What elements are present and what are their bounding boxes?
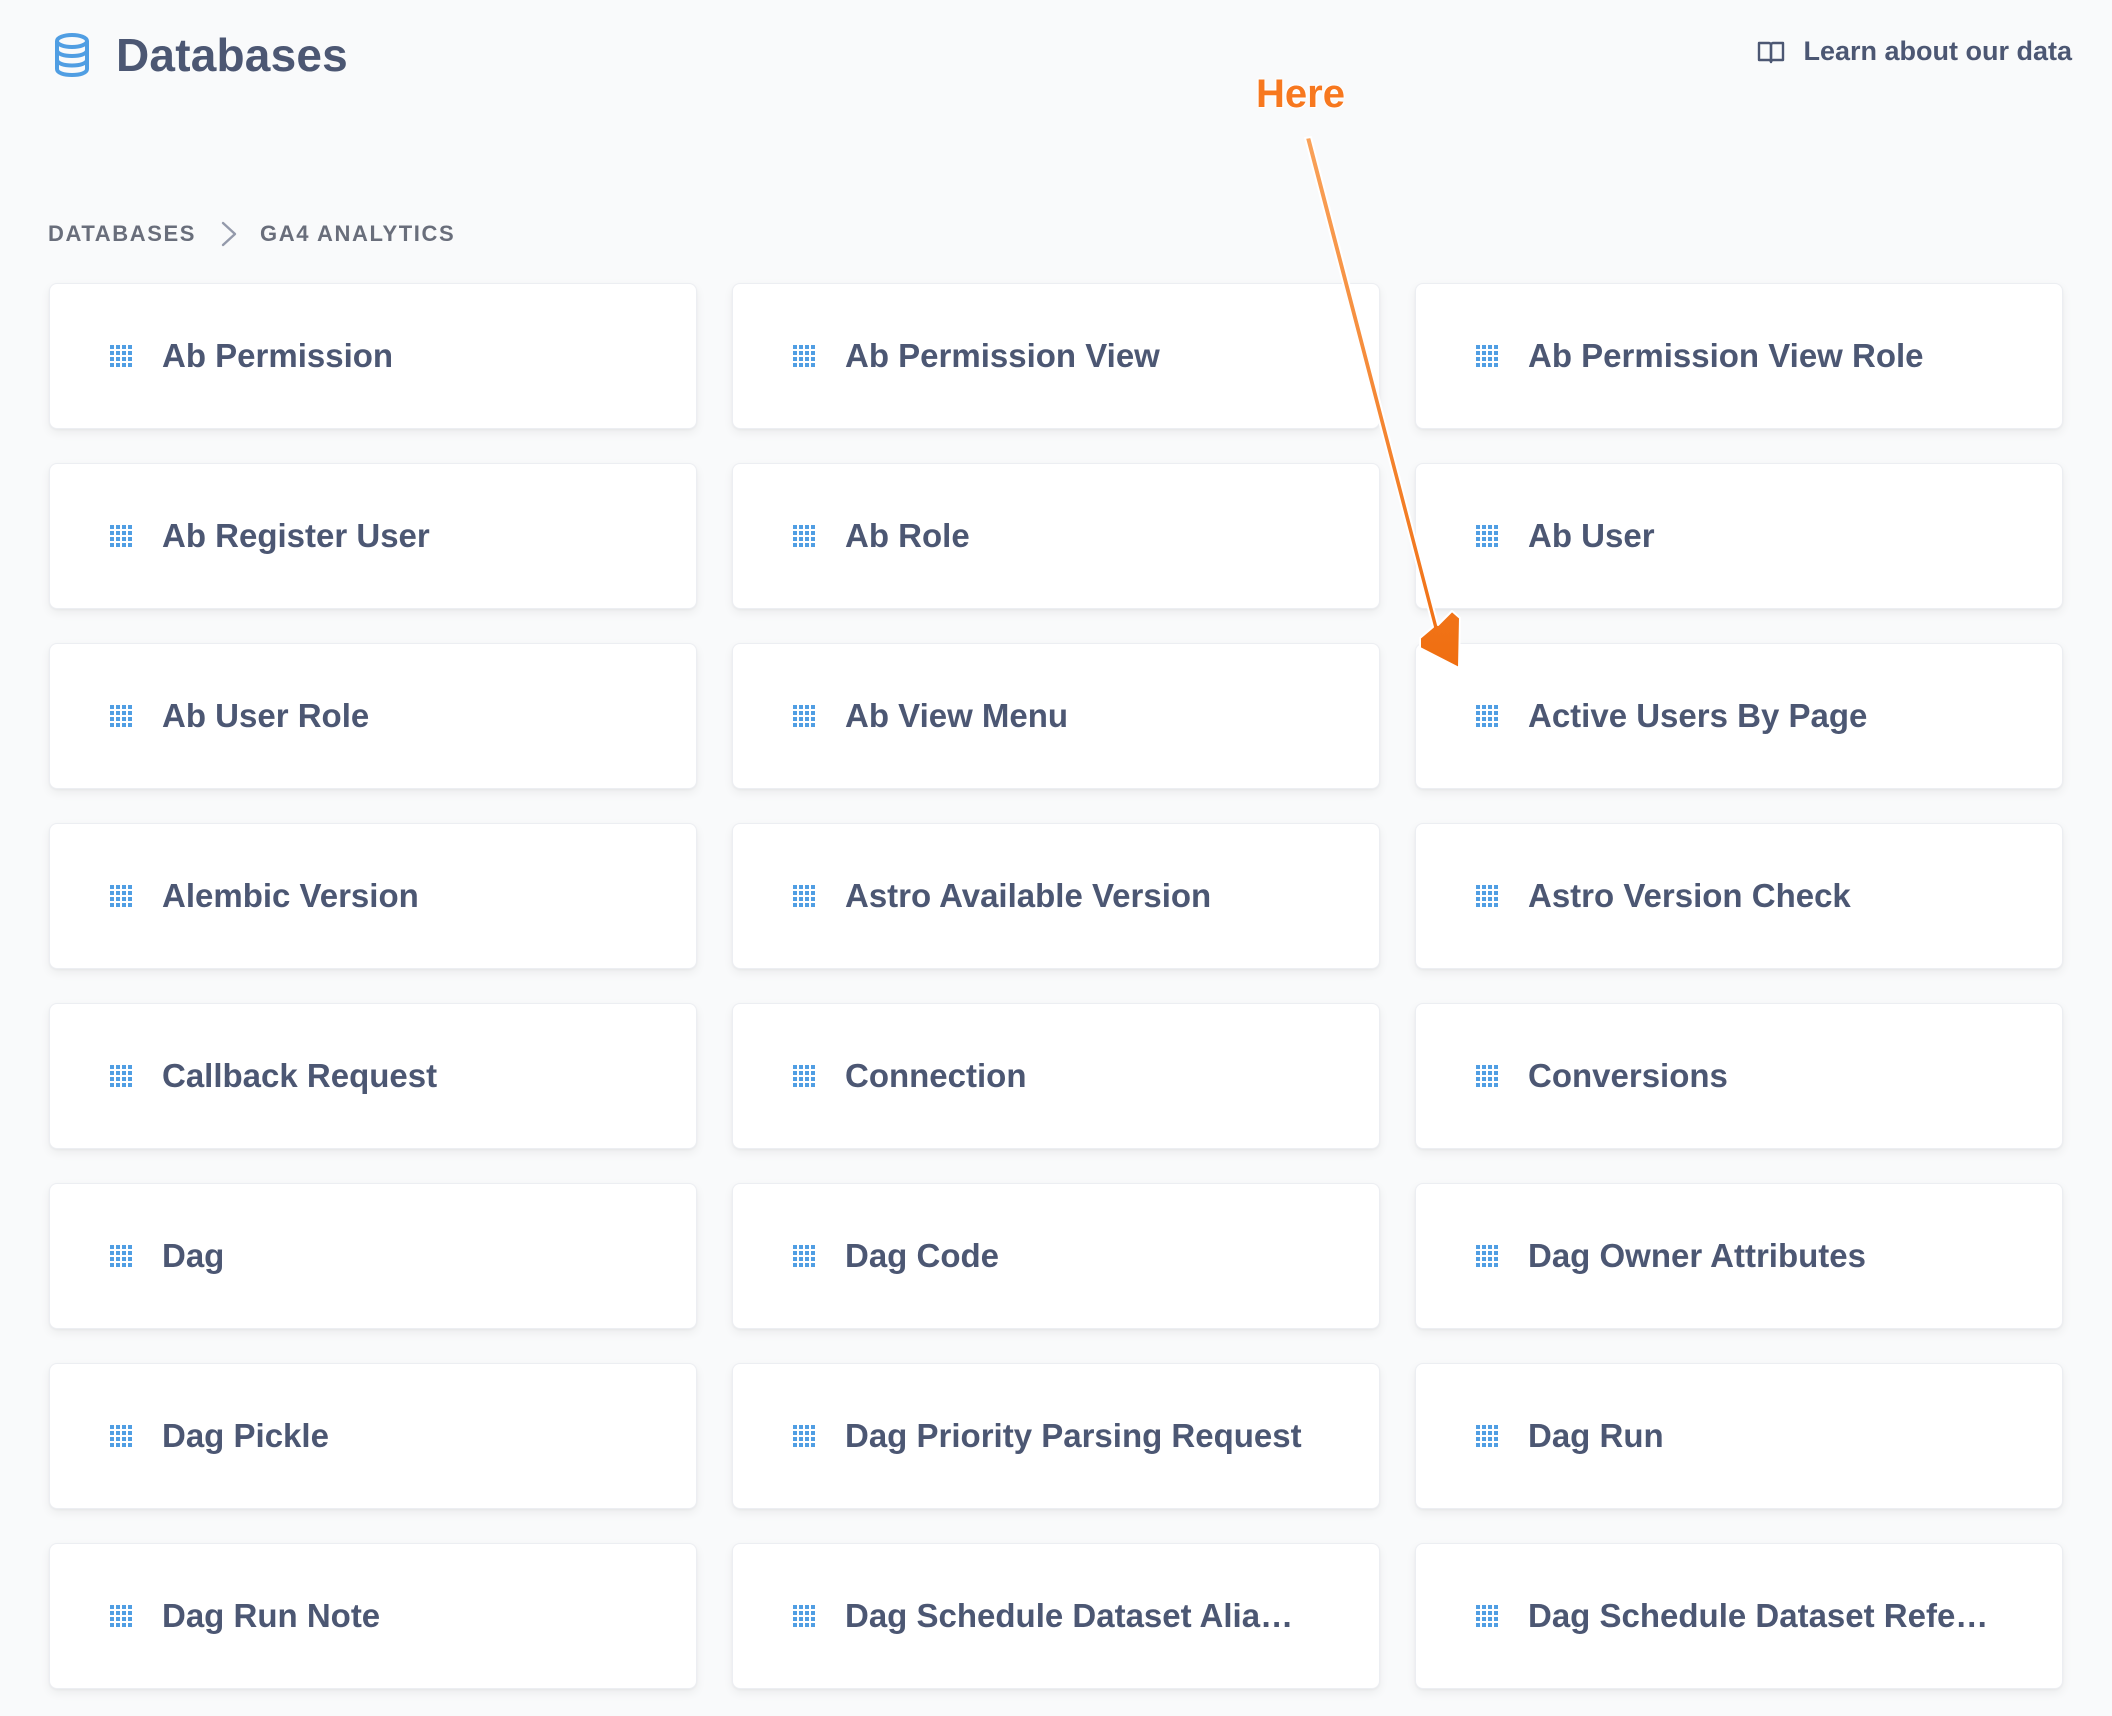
book-icon (1758, 41, 1785, 63)
table-card-label: Dag Owner Attributes (1528, 1237, 1866, 1274)
table-grid-icon (110, 1245, 132, 1267)
table-card-label: Ab Register User (162, 517, 430, 554)
table-card-label: Ab User Role (162, 697, 370, 734)
table-card[interactable]: Dag Schedule Dataset Alia… (732, 1543, 1380, 1689)
table-card-label: Astro Version Check (1528, 877, 1851, 914)
table-card-label: Dag Code (845, 1237, 1000, 1274)
table-grid-icon (793, 1065, 815, 1087)
table-card-label: Astro Available Version (845, 877, 1212, 914)
table-card-label: Dag Run Note (162, 1597, 381, 1634)
table-card[interactable]: Dag Run Note (49, 1543, 697, 1689)
table-grid-icon (1476, 1065, 1498, 1087)
table-card-label: Alembic Version (162, 877, 419, 914)
table-card[interactable]: Dag Schedule Dataset Refe… (1415, 1543, 2063, 1689)
page-title: Databases (116, 29, 348, 81)
table-card[interactable]: Dag Run (1415, 1363, 2063, 1509)
table-card[interactable]: Dag Pickle (49, 1363, 697, 1509)
annotation-label: Here (1256, 72, 1345, 116)
table-card[interactable]: Dag Priority Parsing Request (732, 1363, 1380, 1509)
table-card-label: Ab View Menu (845, 697, 1069, 734)
table-card-label: Ab User (1528, 517, 1655, 554)
table-grid-icon (110, 525, 132, 547)
table-grid-icon (110, 1065, 132, 1087)
table-grid-icon (110, 705, 132, 727)
table-card[interactable]: Ab View Menu (732, 643, 1380, 789)
table-card[interactable]: Dag Code (732, 1183, 1380, 1329)
table-card-label: Callback Request (162, 1057, 438, 1094)
breadcrumb: DATABASES GA4 ANALYTICS (48, 220, 455, 248)
table-card-label: Ab Permission View Role (1528, 337, 1924, 374)
table-card[interactable]: Astro Available Version (732, 823, 1380, 969)
learn-link-label: Learn about our data (1803, 36, 2072, 66)
breadcrumb-databases[interactable]: DATABASES (48, 221, 196, 247)
table-grid-icon (1476, 1245, 1498, 1267)
table-card[interactable]: Dag Owner Attributes (1415, 1183, 2063, 1329)
table-card-label: Dag Priority Parsing Request (845, 1417, 1302, 1454)
table-card[interactable]: Ab Role (732, 463, 1380, 609)
table-card-label: Active Users By Page (1528, 697, 1868, 734)
table-card[interactable]: Ab User (1415, 463, 2063, 609)
page-header: Databases (54, 29, 348, 81)
table-grid-icon (1476, 525, 1498, 547)
table-card-label: Dag Schedule Dataset Refe… (1528, 1597, 1989, 1634)
table-grid-icon (110, 1605, 132, 1627)
data-browser-page: Databases Learn about our data DATABASES… (0, 0, 2112, 1716)
table-card[interactable]: Dag (49, 1183, 697, 1329)
table-grid-icon (793, 1425, 815, 1447)
table-grid-icon (793, 1605, 815, 1627)
table-card[interactable]: Active Users By Page (1415, 643, 2063, 789)
table-grid-icon (110, 345, 132, 367)
table-grid-icon (793, 705, 815, 727)
table-grid-icon (1476, 1425, 1498, 1447)
table-grid-icon (110, 885, 132, 907)
table-card-label: Ab Permission View (845, 337, 1160, 374)
table-grid-icon (1476, 345, 1498, 367)
table-grid-icon (110, 1425, 132, 1447)
table-card[interactable]: Connection (732, 1003, 1380, 1149)
table-card[interactable]: Ab Permission View (732, 283, 1380, 429)
table-card-label: Dag Run (1528, 1417, 1664, 1454)
breadcrumb-ga4-analytics: GA4 ANALYTICS (260, 221, 456, 246)
table-card-label: Dag (162, 1237, 225, 1274)
table-card-label: Ab Role (845, 517, 970, 554)
chevron-right-icon (221, 221, 237, 247)
table-grid-icon (793, 885, 815, 907)
table-card[interactable]: Conversions (1415, 1003, 2063, 1149)
table-grid-icon (793, 1245, 815, 1267)
table-card[interactable]: Ab Permission (49, 283, 697, 429)
table-card-label: Ab Permission (162, 337, 394, 374)
table-card[interactable]: Callback Request (49, 1003, 697, 1149)
table-grid-icon (793, 345, 815, 367)
table-card[interactable]: Ab Register User (49, 463, 697, 609)
table-grid-icon (793, 525, 815, 547)
table-grid-icon (1476, 885, 1498, 907)
learn-about-data-link[interactable]: Learn about our data (1757, 36, 2072, 67)
table-card-label: Connection (845, 1057, 1027, 1094)
table-grid-icon (1476, 1605, 1498, 1627)
table-grid: Ab Permission Ab Permission View Ab Permis… (49, 283, 2064, 1689)
table-card[interactable]: Ab User Role (49, 643, 697, 789)
table-card[interactable]: Alembic Version (49, 823, 697, 969)
database-icon (55, 33, 89, 77)
table-card-label: Conversions (1528, 1057, 1728, 1094)
table-card[interactable]: Ab Permission View Role (1415, 283, 2063, 429)
table-card[interactable]: Astro Version Check (1415, 823, 2063, 969)
table-grid-icon (1476, 705, 1498, 727)
table-card-label: Dag Pickle (162, 1417, 329, 1454)
table-card-label: Dag Schedule Dataset Alia… (845, 1597, 1294, 1634)
